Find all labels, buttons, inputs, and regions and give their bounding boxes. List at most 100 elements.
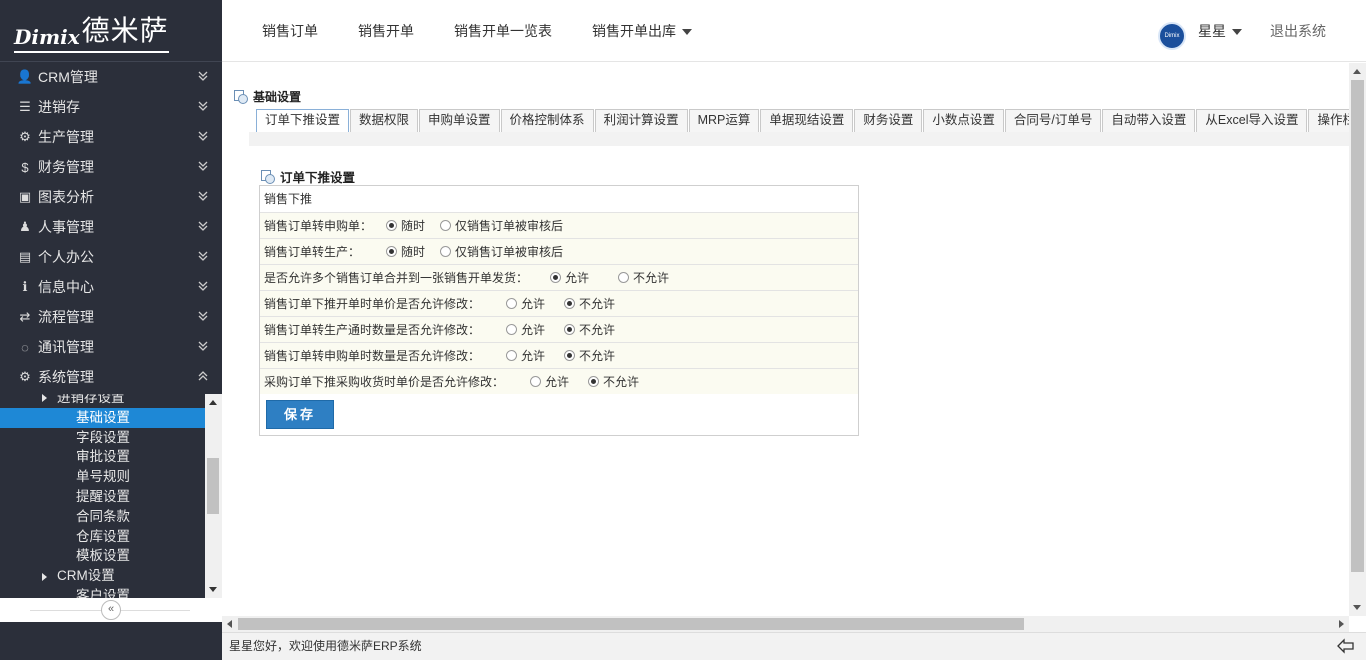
radio-button[interactable] <box>386 220 397 231</box>
radio-button[interactable] <box>564 350 575 361</box>
nav-sales-invoice-outbound[interactable]: 销售开单出库 <box>592 0 692 62</box>
tab-4[interactable]: 利润计算设置 <box>594 109 688 132</box>
sidebar-item-8[interactable]: ⇄ 流程管理 <box>0 302 222 332</box>
tab-10[interactable]: 自动带入设置 <box>1102 109 1196 132</box>
sidebar-item-9[interactable]: ◌ 通讯管理 <box>0 332 222 362</box>
save-button[interactable]: 保存 <box>266 400 334 429</box>
radio-option[interactable]: 不允许 <box>564 343 615 369</box>
radio-button[interactable] <box>386 246 397 257</box>
submenu-item[interactable]: 合同条款 <box>0 507 205 527</box>
sidebar-menu: 👤 CRM管理 ☰ 进销存 ⚙ 生产管理 $ 财务管理 ▣ 图表分析 ♟ 人事管理 ▤ 个人办公 ℹ 信息中心… <box>0 62 222 392</box>
radio-button[interactable] <box>550 272 561 283</box>
collapse-sidebar-button[interactable]: « <box>101 600 121 620</box>
submenu-scrollbar[interactable] <box>205 394 222 598</box>
submenu-item[interactable]: 客户设置 <box>0 586 205 598</box>
scroll-left-icon[interactable] <box>227 620 232 628</box>
setting-row: 销售订单转申购单时数量是否允许修改： 允许 不允许 <box>260 342 858 368</box>
radio-button[interactable] <box>506 350 517 361</box>
setting-label: 是否允许多个销售订单合并到一张销售开单发货： <box>264 271 529 285</box>
form-title: 订单下推设置 <box>261 167 355 186</box>
tab-7[interactable]: 财务设置 <box>854 109 923 132</box>
logo-area: Dimix 德米萨 <box>0 0 222 62</box>
submenu-item[interactable]: 提醒设置 <box>0 487 205 507</box>
tab-0[interactable]: 订单下推设置 <box>256 109 350 132</box>
radio-option[interactable]: 不允许 <box>588 369 639 395</box>
submenu-group[interactable]: 进销存设置 <box>0 394 205 408</box>
radio-option[interactable]: 仅销售订单被审核后 <box>440 239 563 265</box>
sidebar-item-5[interactable]: ♟ 人事管理 <box>0 212 222 242</box>
submenu-item[interactable]: 单号规则 <box>0 467 205 487</box>
scroll-down-icon[interactable] <box>1353 605 1361 610</box>
sidebar-item-2[interactable]: ⚙ 生产管理 <box>0 122 222 152</box>
setting-row: 是否允许多个销售订单合并到一张销售开单发货： 允许 不允许 <box>260 264 858 290</box>
scroll-thumb[interactable] <box>207 458 219 514</box>
submenu-item[interactable]: 基础设置 <box>0 407 205 428</box>
radio-button[interactable] <box>440 246 451 257</box>
radio-option[interactable]: 不允许 <box>618 265 669 291</box>
scroll-thumb[interactable] <box>238 618 1024 630</box>
submenu-item[interactable]: 模板设置 <box>0 546 205 566</box>
submenu-item[interactable]: 审批设置 <box>0 447 205 467</box>
radio-button[interactable] <box>506 298 517 309</box>
logo[interactable]: Dimix 德米萨 <box>14 9 169 53</box>
caret-right-icon <box>42 394 47 403</box>
radio-option[interactable]: 不允许 <box>564 317 615 343</box>
sidebar-item-label: 系统管理 <box>38 369 94 385</box>
logout-link[interactable]: 退出系统 <box>1270 0 1326 62</box>
radio-option[interactable]: 不允许 <box>564 291 615 317</box>
tab-5[interactable]: MRP运算 <box>688 109 760 132</box>
section-header: 销售下推 <box>260 186 858 212</box>
sidebar-item-10[interactable]: ⚙ 系统管理 <box>0 362 222 392</box>
scroll-up-icon[interactable] <box>1353 69 1361 74</box>
tab-3[interactable]: 价格控制体系 <box>500 109 594 132</box>
tab-6[interactable]: 单据现结设置 <box>760 109 854 132</box>
avatar[interactable]: Dimix <box>1158 22 1186 50</box>
dollar-icon: $ <box>21 159 29 175</box>
nav-sales-order[interactable]: 销售订单 <box>262 0 318 62</box>
nav-sales-invoice-list[interactable]: 销售开单一览表 <box>454 0 552 62</box>
sidebar-item-3[interactable]: $ 财务管理 <box>0 152 222 182</box>
sidebar-item-6[interactable]: ▤ 个人办公 <box>0 242 222 272</box>
scroll-thumb[interactable] <box>1351 80 1364 572</box>
sidebar-item-1[interactable]: ☰ 进销存 <box>0 92 222 122</box>
breadcrumb: 基础设置 <box>234 88 301 105</box>
tab-2[interactable]: 申购单设置 <box>419 109 500 132</box>
sidebar-item-4[interactable]: ▣ 图表分析 <box>0 182 222 212</box>
radio-option[interactable]: 随时 <box>386 213 425 239</box>
setting-label: 销售订单转生产： <box>264 245 361 259</box>
radio-option[interactable]: 允许 <box>506 291 545 317</box>
tab-11[interactable]: 从Excel导入设置 <box>1196 109 1308 132</box>
scroll-right-icon[interactable] <box>1339 620 1344 628</box>
submenu-item[interactable]: 仓库设置 <box>0 527 205 547</box>
back-arrow-icon[interactable] <box>1336 637 1356 655</box>
radio-button[interactable] <box>530 376 541 387</box>
radio-option[interactable]: 允许 <box>550 265 589 291</box>
sidebar-item-0[interactable]: 👤 CRM管理 <box>0 62 222 92</box>
radio-option[interactable]: 仅销售订单被审核后 <box>440 213 563 239</box>
radio-button[interactable] <box>506 324 517 335</box>
logo-cn: 德米萨 <box>81 13 169 47</box>
radio-option[interactable]: 允许 <box>506 317 545 343</box>
tab-9[interactable]: 合同号/订单号 <box>1004 109 1102 132</box>
radio-option[interactable]: 随时 <box>386 239 425 265</box>
radio-option[interactable]: 允许 <box>506 343 545 369</box>
horizontal-scrollbar[interactable] <box>222 616 1349 632</box>
scroll-down-icon[interactable] <box>209 587 217 592</box>
radio-option[interactable]: 允许 <box>530 369 569 395</box>
radio-button[interactable] <box>440 220 451 231</box>
submenu-item[interactable]: 字段设置 <box>0 428 205 448</box>
radio-label: 不允许 <box>579 349 616 363</box>
tab-1[interactable]: 数据权限 <box>350 109 419 132</box>
vertical-scrollbar[interactable] <box>1349 63 1366 616</box>
user-menu[interactable]: 星星 <box>1198 0 1242 62</box>
sidebar-item-7[interactable]: ℹ 信息中心 <box>0 272 222 302</box>
radio-button[interactable] <box>618 272 629 283</box>
radio-button[interactable] <box>564 324 575 335</box>
scroll-up-icon[interactable] <box>209 400 217 405</box>
nav-sales-invoice[interactable]: 销售开单 <box>358 0 414 62</box>
setting-label: 销售订单下推开单时单价是否允许修改： <box>264 297 481 311</box>
radio-button[interactable] <box>564 298 575 309</box>
radio-button[interactable] <box>588 376 599 387</box>
tab-8[interactable]: 小数点设置 <box>923 109 1004 132</box>
submenu-group[interactable]: CRM设置 <box>0 566 205 586</box>
